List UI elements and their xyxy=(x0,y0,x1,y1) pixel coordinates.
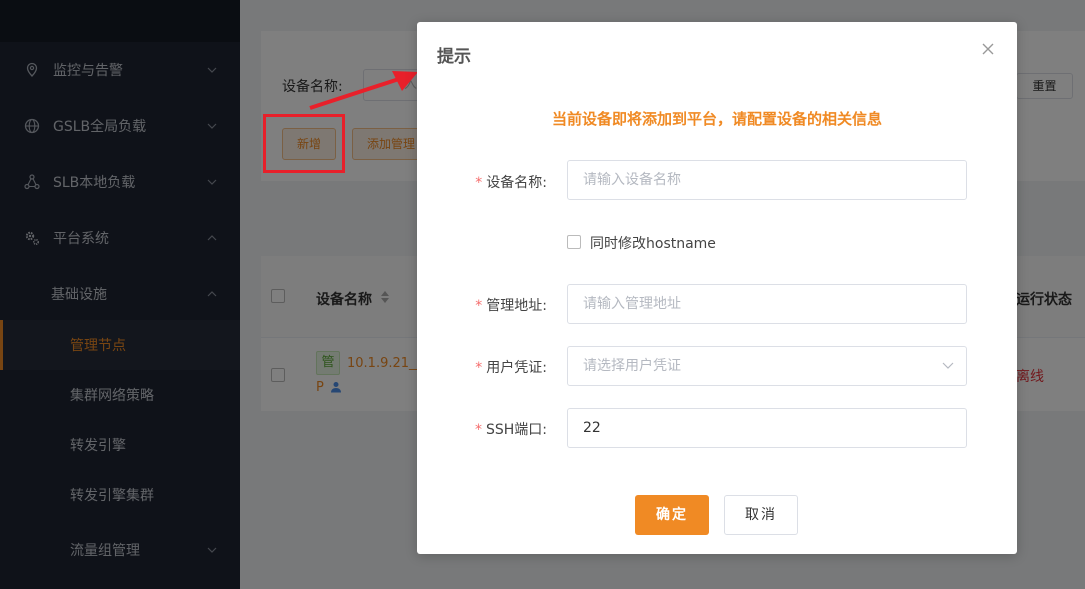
sidebar-item-label: 管理节点 xyxy=(70,338,126,354)
sidebar-item-forwarding-engine[interactable]: 转发引擎 xyxy=(0,420,240,470)
sidebar-item-label: 基础设施 xyxy=(51,287,107,303)
sidebar-item-label: SLB本地负载 xyxy=(53,175,136,191)
dialog-notice: 当前设备即将添加到平台，请配置设备的相关信息 xyxy=(551,110,882,128)
gears-icon xyxy=(25,231,40,246)
chevron-up-icon xyxy=(207,235,217,241)
chevron-up-icon xyxy=(207,291,217,297)
annotation-highlight-box xyxy=(263,114,345,173)
chevron-down-icon xyxy=(207,179,217,185)
row-checkbox[interactable] xyxy=(271,368,285,382)
sidebar-item-slb[interactable]: SLB本地负载 xyxy=(0,154,240,210)
sort-icon[interactable] xyxy=(380,290,390,304)
confirm-button[interactable]: 确定 xyxy=(635,495,709,535)
column-header-status: 运行状态 xyxy=(1016,292,1072,308)
credential-label: * 用户凭证: xyxy=(475,360,547,376)
device-name-link[interactable]: 10.1.9.21__ xyxy=(347,356,422,371)
dialog-title: 提示 xyxy=(437,47,471,67)
chevron-down-icon xyxy=(207,67,217,73)
sidebar-item-management-nodes[interactable]: 管理节点 xyxy=(0,320,240,370)
active-indicator xyxy=(0,320,3,370)
chevron-down-icon xyxy=(207,547,217,553)
add-device-dialog: 提示 当前设备即将添加到平台，请配置设备的相关信息 * 设备名称: 请输入设备名称… xyxy=(417,22,1017,554)
cancel-button[interactable]: 取消 xyxy=(724,495,798,535)
device-suffix: P xyxy=(316,380,324,395)
annotation-arrow-icon xyxy=(309,71,418,110)
sidebar-item-cluster-network-policy[interactable]: 集群网络策略 xyxy=(0,370,240,420)
sidebar-header xyxy=(0,0,240,42)
add-management-button[interactable]: 添加管理 xyxy=(352,128,422,160)
sidebar-item-label: 平台系统 xyxy=(53,231,109,247)
management-tag: 管 xyxy=(316,351,340,375)
sync-hostname-checkbox[interactable] xyxy=(567,235,581,249)
sync-hostname-label[interactable]: 同时修改hostname xyxy=(590,233,716,253)
chevron-down-icon xyxy=(207,123,217,129)
close-icon[interactable] xyxy=(981,42,995,56)
select-all-checkbox[interactable] xyxy=(271,289,285,303)
sidebar-item-label: 监控与告警 xyxy=(53,63,123,79)
chevron-down-icon xyxy=(942,362,954,369)
column-header-device-name[interactable]: 设备名称 xyxy=(316,289,372,309)
sidebar-item-label: 转发引擎集群 xyxy=(70,488,154,504)
sidebar-item-traffic-group[interactable]: 流量组管理 xyxy=(0,522,240,578)
network-nodes-icon xyxy=(24,174,40,190)
management-address-label: * 管理地址: xyxy=(475,298,547,314)
ssh-port-label: * SSH端口: xyxy=(474,422,547,438)
device-name-input[interactable]: 请输入设备名称 xyxy=(567,160,967,200)
device-name-label: * 设备名称: xyxy=(475,175,547,191)
sidebar-item-label: 流量组管理 xyxy=(70,543,140,559)
status-offline: 离线 xyxy=(1016,369,1044,385)
sidebar-item-forwarding-engine-cluster[interactable]: 转发引擎集群 xyxy=(0,470,240,520)
sidebar-item-label: 集群网络策略 xyxy=(70,388,154,404)
sidebar: 监控与告警 GSLB全局负载 SLB本地负载 平台系统 基础设施 管理节点 集群… xyxy=(0,0,240,589)
credential-select[interactable]: 请选择用户凭证 xyxy=(567,346,967,386)
sidebar-item-gslb[interactable]: GSLB全局负载 xyxy=(0,98,240,154)
sidebar-item-infrastructure[interactable]: 基础设施 xyxy=(0,266,240,322)
reset-button[interactable]: 重置 xyxy=(1016,73,1073,99)
location-pin-icon xyxy=(26,62,38,77)
sidebar-item-label: GSLB全局负载 xyxy=(53,119,147,135)
sidebar-item-label: 转发引擎 xyxy=(70,438,126,454)
user-icon xyxy=(331,382,341,393)
management-address-input[interactable]: 请输入管理地址 xyxy=(567,284,967,324)
ssh-port-input[interactable]: 22 xyxy=(567,408,967,448)
sidebar-item-monitoring[interactable]: 监控与告警 xyxy=(0,42,240,98)
globe-icon xyxy=(24,118,40,134)
sidebar-item-platform[interactable]: 平台系统 xyxy=(0,210,240,266)
